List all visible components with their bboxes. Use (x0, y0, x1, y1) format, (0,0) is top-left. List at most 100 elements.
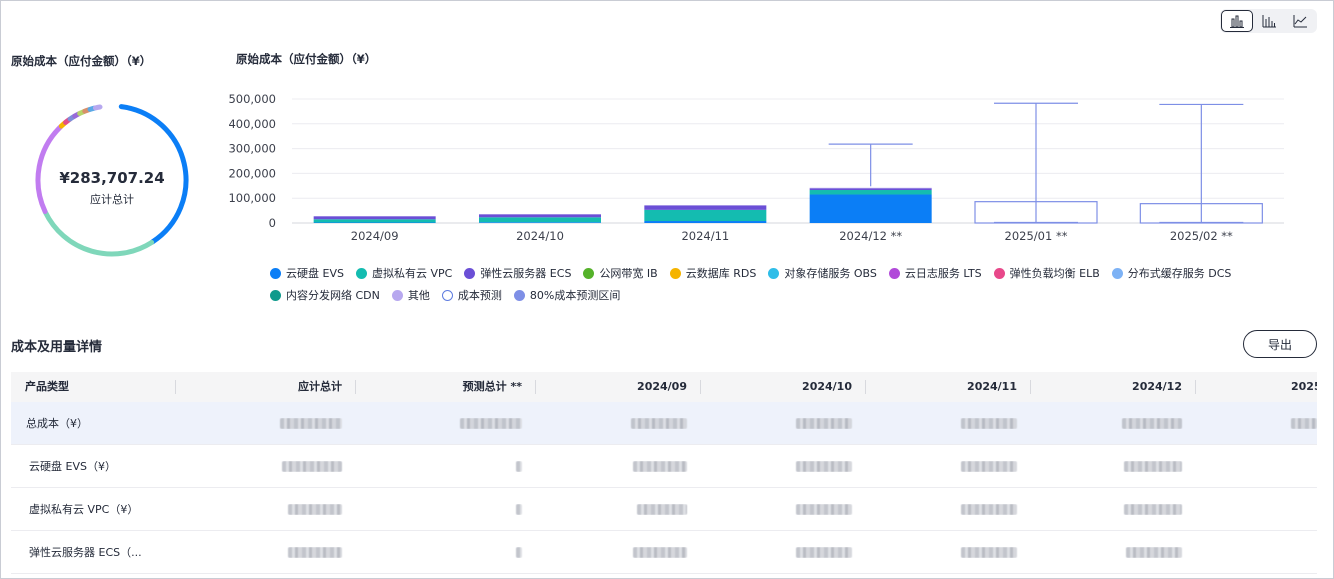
bar-segment[interactable] (313, 216, 436, 220)
x-tick-label: 2025/02 ** (1170, 229, 1233, 243)
redacted-value (356, 503, 536, 515)
row-label: 总成本（¥） (26, 417, 88, 430)
cost-bar-chart: 0 100,000 200,000 300,000 400,000 500,000 2024… (228, 92, 1284, 243)
bar-segment[interactable] (809, 194, 932, 223)
x-tick-label: 2024/11 (681, 229, 729, 243)
x-tick-label: 2024/10 (516, 229, 564, 243)
column-chart-icon[interactable] (1253, 10, 1285, 32)
column-header-month-1[interactable]: 2024/09 (536, 372, 701, 402)
legend-marker (355, 267, 367, 279)
redacted-value (1031, 546, 1196, 558)
bar-segment[interactable] (479, 217, 601, 223)
legend-marker (583, 267, 595, 279)
donut-total-value: ¥283,707.24 (59, 169, 165, 187)
table-header: 产品类型 应计总计 预测总计 ** 2024/09 2024/10 2024/1… (11, 372, 1317, 402)
legend-item[interactable]: 弹性云服务器 ECS (464, 265, 571, 281)
redacted-value (1196, 417, 1317, 429)
table-row[interactable]: 云硬盘 EVS（¥） (11, 445, 1317, 488)
bar-chart-title: 原始成本（应付金额）（¥） (236, 52, 377, 66)
bar-segment[interactable] (809, 188, 932, 191)
bar-segment[interactable] (644, 221, 767, 223)
legend-label: 云日志服务 LTS (904, 267, 982, 280)
redacted-value (536, 503, 701, 515)
legend-label: 成本预测 (457, 289, 502, 302)
x-tick-label: 2024/12 ** (839, 229, 902, 243)
redacted-value (536, 460, 701, 472)
redacted-value (356, 546, 536, 558)
table-row[interactable]: 总成本（¥） (11, 402, 1317, 445)
legend-label: 弹性云服务器 ECS (480, 267, 572, 280)
y-tick-label: 0 (269, 216, 276, 230)
legend-item[interactable]: 其他 (391, 287, 430, 303)
redacted-value (176, 417, 356, 429)
bar-chart-icon[interactable] (1221, 10, 1253, 32)
legend-item[interactable]: 80%成本预测区间 (513, 287, 621, 303)
line-chart-icon[interactable] (1284, 10, 1316, 32)
redacted-value (176, 460, 356, 472)
row-label: 云硬盘 EVS（¥） (29, 460, 116, 473)
legend-marker (391, 289, 403, 301)
column-header-month-3[interactable]: 2024/11 (866, 372, 1031, 402)
donut-segment[interactable] (92, 104, 103, 111)
column-header-accrued-total[interactable]: 应计总计 (176, 372, 356, 402)
y-tick-label: 200,000 (228, 166, 276, 180)
bar-segment[interactable] (809, 190, 932, 195)
bar-segment[interactable] (479, 214, 601, 218)
y-tick-label: 300,000 (228, 142, 276, 156)
legend-marker (441, 289, 453, 301)
legend-item[interactable]: 弹性负载均衡 ELB (993, 265, 1100, 281)
redacted-value (176, 546, 356, 558)
legend-marker (768, 267, 780, 279)
y-tick-label: 100,000 (228, 191, 276, 205)
legend-label: 云数据库 RDS (685, 267, 757, 280)
legend-label: 80%成本预测区间 (529, 289, 621, 302)
donut-segment[interactable] (42, 209, 155, 257)
redacted-value (701, 460, 866, 472)
legend-item[interactable]: 内容分发网络 CDN (270, 287, 380, 303)
legend-marker (888, 267, 900, 279)
legend-marker (513, 289, 525, 301)
column-header-forecast-total[interactable]: 预测总计 ** (356, 372, 536, 402)
details-title: 成本及用量详情 (11, 340, 103, 355)
row-label: 弹性云服务器 ECS（... (29, 546, 142, 559)
legend-item[interactable]: 云硬盘 EVS (270, 265, 344, 281)
legend-item[interactable]: 公网带宽 IB (583, 265, 658, 281)
redacted-value (1031, 460, 1196, 472)
legend-item[interactable]: 虚拟私有云 VPC (355, 265, 452, 281)
redacted-value (536, 546, 701, 558)
table-row[interactable]: 弹性云服务器 ECS（... (11, 531, 1317, 574)
redacted-value (1031, 417, 1196, 429)
redacted-value (866, 460, 1031, 472)
bar-segment[interactable] (644, 209, 767, 222)
legend-item[interactable]: 云数据库 RDS (669, 265, 757, 281)
column-header-product-type[interactable]: 产品类型 (11, 372, 176, 402)
legend-label: 对象存储服务 OBS (784, 267, 877, 280)
chart-view-toggle (1220, 9, 1317, 33)
donut-total-label: 应计总计 (90, 193, 134, 206)
legend-marker (464, 267, 476, 279)
column-header-month-2[interactable]: 2024/10 (701, 372, 866, 402)
column-header-month-5[interactable]: 2025/01 (1196, 372, 1317, 402)
bar-segment[interactable] (479, 222, 601, 223)
redacted-value (356, 460, 536, 472)
legend-item[interactable]: 对象存储服务 OBS (768, 265, 877, 281)
legend-item[interactable]: 成本预测 (441, 287, 502, 303)
redacted-value (866, 417, 1031, 429)
table-row[interactable]: 虚拟私有云 VPC（¥） (11, 488, 1317, 531)
redacted-value (701, 417, 866, 429)
donut-title: 原始成本（应付金额）（¥） (11, 54, 152, 68)
legend-label: 内容分发网络 CDN (286, 289, 380, 302)
legend-item[interactable]: 云日志服务 LTS (888, 265, 982, 281)
legend-label: 公网带宽 IB (599, 267, 658, 280)
redacted-value (536, 417, 701, 429)
redacted-value (176, 503, 356, 515)
bar-segment[interactable] (644, 205, 767, 210)
export-button[interactable]: 导出 (1243, 330, 1317, 358)
legend-item[interactable]: 分布式缓存服务 DCS (1111, 265, 1231, 281)
bar-segment[interactable] (313, 219, 436, 223)
redacted-value (866, 503, 1031, 515)
row-label: 虚拟私有云 VPC（¥） (29, 503, 139, 516)
column-header-month-4[interactable]: 2024/12 (1031, 372, 1196, 402)
redacted-value (701, 546, 866, 558)
redacted-value (1031, 503, 1196, 515)
